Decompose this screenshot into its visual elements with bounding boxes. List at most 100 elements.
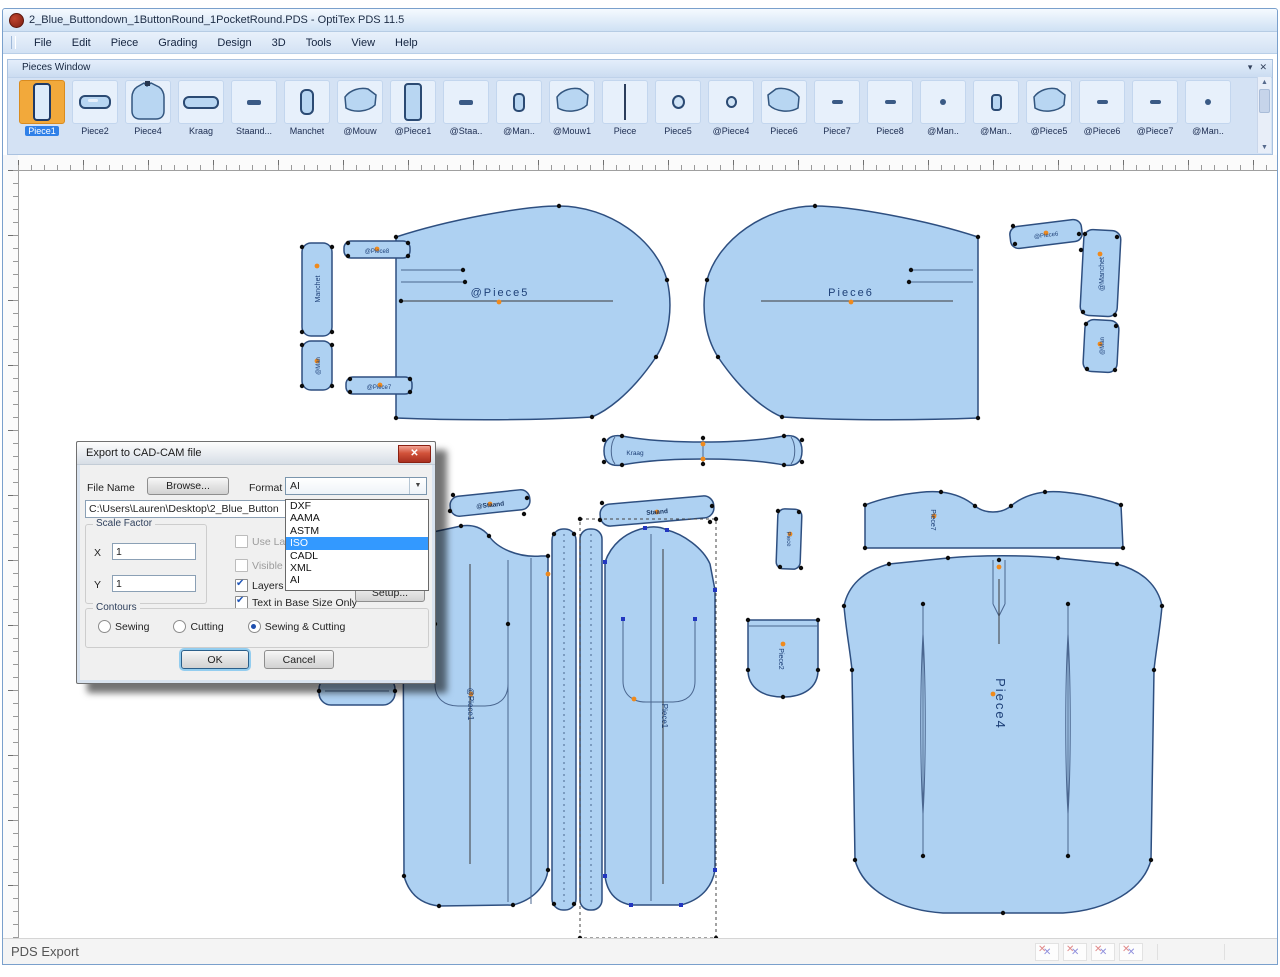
piece-thumbnail-piece5[interactable]: Piece5 [654,80,702,153]
piece-thumbnail-piece4[interactable]: @Piece4 [707,80,755,153]
piece-thumbnail-label: @Piece6 [1084,126,1121,136]
piece-label: Piece6 [828,287,874,299]
format-option-cadl[interactable]: CADL [286,550,428,562]
piece-thumbnail-mouw1[interactable]: @Mouw1 [548,80,596,153]
dialog-title-bar[interactable]: Export to CAD-CAM file [77,442,435,465]
menu-items: FileEditPieceGradingDesign3DToolsViewHel… [24,35,428,51]
radio-sewing[interactable]: Sewing [98,620,149,633]
format-option-dxf[interactable]: DXF [286,500,428,512]
scale-x-input[interactable]: 1 [112,543,196,560]
panel-pin-icon[interactable]: ▾ [1248,61,1253,74]
scale-x-value: 1 [116,546,122,558]
panel-close-icon[interactable]: ✕ [1259,61,1267,74]
piece-thumbnail-piece7[interactable]: @Piece7 [1131,80,1179,153]
piece-thumbnail-man[interactable]: @Man.. [972,80,1020,153]
piece-thumbnail-staa[interactable]: @Staa.. [442,80,490,153]
menu-item-edit[interactable]: Edit [62,35,101,51]
menu-item-tools[interactable]: Tools [296,35,342,51]
piece-thumbnail-mouw[interactable]: @Mouw [336,80,384,153]
cancel-button[interactable]: Cancel [264,650,334,669]
piece-shape-icon [1079,80,1125,124]
piece-thumbnail-label: Piece1 [25,126,59,136]
piece-left-sleeve[interactable] [396,206,670,420]
piece-thumbnail-piece[interactable]: Piece [601,80,649,153]
piece-thumbnail-piece8[interactable]: Piece8 [866,80,914,153]
piece-thumbnail-label: Manchet [290,126,325,136]
piece-thumbnail-label: @Piece4 [713,126,750,136]
plot-marker-icon[interactable]: ✕✕ [1035,943,1059,961]
contours-options: Sewing Cutting Sewing & Cutting [98,620,369,633]
piece-thumbnail-manchet[interactable]: Manchet [283,80,331,153]
piece-right-sleeve[interactable] [704,206,978,420]
scroll-up-icon[interactable]: ▲ [1258,77,1271,88]
menu-item-grading[interactable]: Grading [148,35,207,51]
scrollbar-thumb[interactable] [1259,89,1270,113]
chevron-down-icon[interactable]: ▼ [409,478,426,494]
piece-shape-icon [496,80,542,124]
piece-shape-icon [125,80,171,124]
piece-thumbnail-man[interactable]: @Man.. [919,80,967,153]
piece-thumbnail-piece2[interactable]: Piece2 [71,80,119,153]
scroll-down-icon[interactable]: ▼ [1258,142,1271,153]
piece-shape-icon [867,80,913,124]
contours-group: Contours SewingCuttingSewing & Cutting [85,608,429,648]
dialog-title: Export to CAD-CAM file [86,447,202,459]
checkbox-icon[interactable] [235,559,248,572]
piece-shape-icon [72,80,118,124]
piece-back[interactable] [844,556,1162,913]
format-option-iso[interactable]: ISO [286,537,428,549]
piece-thumbnail-man[interactable]: @Man.. [495,80,543,153]
piece-thumbnail-label: @Man.. [927,126,959,136]
radio-icon[interactable] [248,620,261,633]
dialog-close-button[interactable]: ✕ [398,445,431,463]
scale-y-input[interactable]: 1 [112,575,196,592]
piece-thumbnail-piece1[interactable]: Piece1 [18,80,66,153]
piece-thumbnail-man[interactable]: @Man.. [1184,80,1232,153]
format-option-ai[interactable]: AI [286,574,428,586]
piece-label: @Man [316,357,322,375]
checkbox-icon[interactable] [235,579,248,592]
piece-thumbnail-staand[interactable]: Staand... [230,80,278,153]
piece-thumbnail-label: @Mouw [343,126,376,136]
format-label: Format [249,482,282,494]
piece-thumbnail-label: Piece4 [134,126,162,136]
menu-item-file[interactable]: File [24,35,62,51]
radio-icon[interactable] [98,620,111,633]
menu-item-piece[interactable]: Piece [101,35,149,51]
format-option-astm[interactable]: ASTM [286,525,428,537]
menu-item-view[interactable]: View [341,35,385,51]
plot-marker-icon[interactable]: ✕✕ [1091,943,1115,961]
piece-label: Kraag [626,450,644,457]
plot-marker-icon[interactable]: ✕✕ [1119,943,1143,961]
radio-cutting[interactable]: Cutting [173,620,223,633]
format-option-xml[interactable]: XML [286,562,428,574]
piece-thumbnail-kraag[interactable]: Kraag [177,80,225,153]
checkbox-icon[interactable] [235,535,248,548]
radio-icon[interactable] [173,620,186,633]
piece-label: Piece1 [660,704,669,729]
piece-thumbnail-piece1[interactable]: @Piece1 [389,80,437,153]
menu-item-3d[interactable]: 3D [262,35,296,51]
pieces-window-header[interactable]: Pieces Window ▾ ✕ [8,60,1272,78]
radio-sewing---cutting[interactable]: Sewing & Cutting [248,620,346,633]
format-combobox[interactable]: AI ▼ [285,477,427,495]
piece-thumbnail-piece6[interactable]: Piece6 [760,80,808,153]
status-panel [1157,944,1224,960]
piece-front-right[interactable] [605,527,715,905]
piece-shape-icon [920,80,966,124]
piece-label: Piece7 [929,509,936,531]
plot-marker-icon[interactable]: ✕✕ [1063,943,1087,961]
menu-item-design[interactable]: Design [207,35,261,51]
pieces-scrollbar[interactable]: ▲ ▼ [1257,77,1271,153]
piece-thumbnail-piece7[interactable]: Piece7 [813,80,861,153]
piece-yoke[interactable] [865,492,1123,548]
piece-thumbnail-piece4[interactable]: Piece4 [124,80,172,153]
ok-button[interactable]: OK [181,650,249,669]
browse-button[interactable]: Browse... [147,477,229,495]
menu-item-help[interactable]: Help [385,35,428,51]
piece-thumbnail-piece5[interactable]: @Piece5 [1025,80,1073,153]
format-option-aama[interactable]: AAMA [286,512,428,524]
piece-thumbnail-piece6[interactable]: @Piece6 [1078,80,1126,153]
piece-thumbnails: Piece1 Piece2 Piece4 KraagStaand... Manchet @… [10,78,1256,153]
piece-thumbnail-label: Piece8 [876,126,904,136]
